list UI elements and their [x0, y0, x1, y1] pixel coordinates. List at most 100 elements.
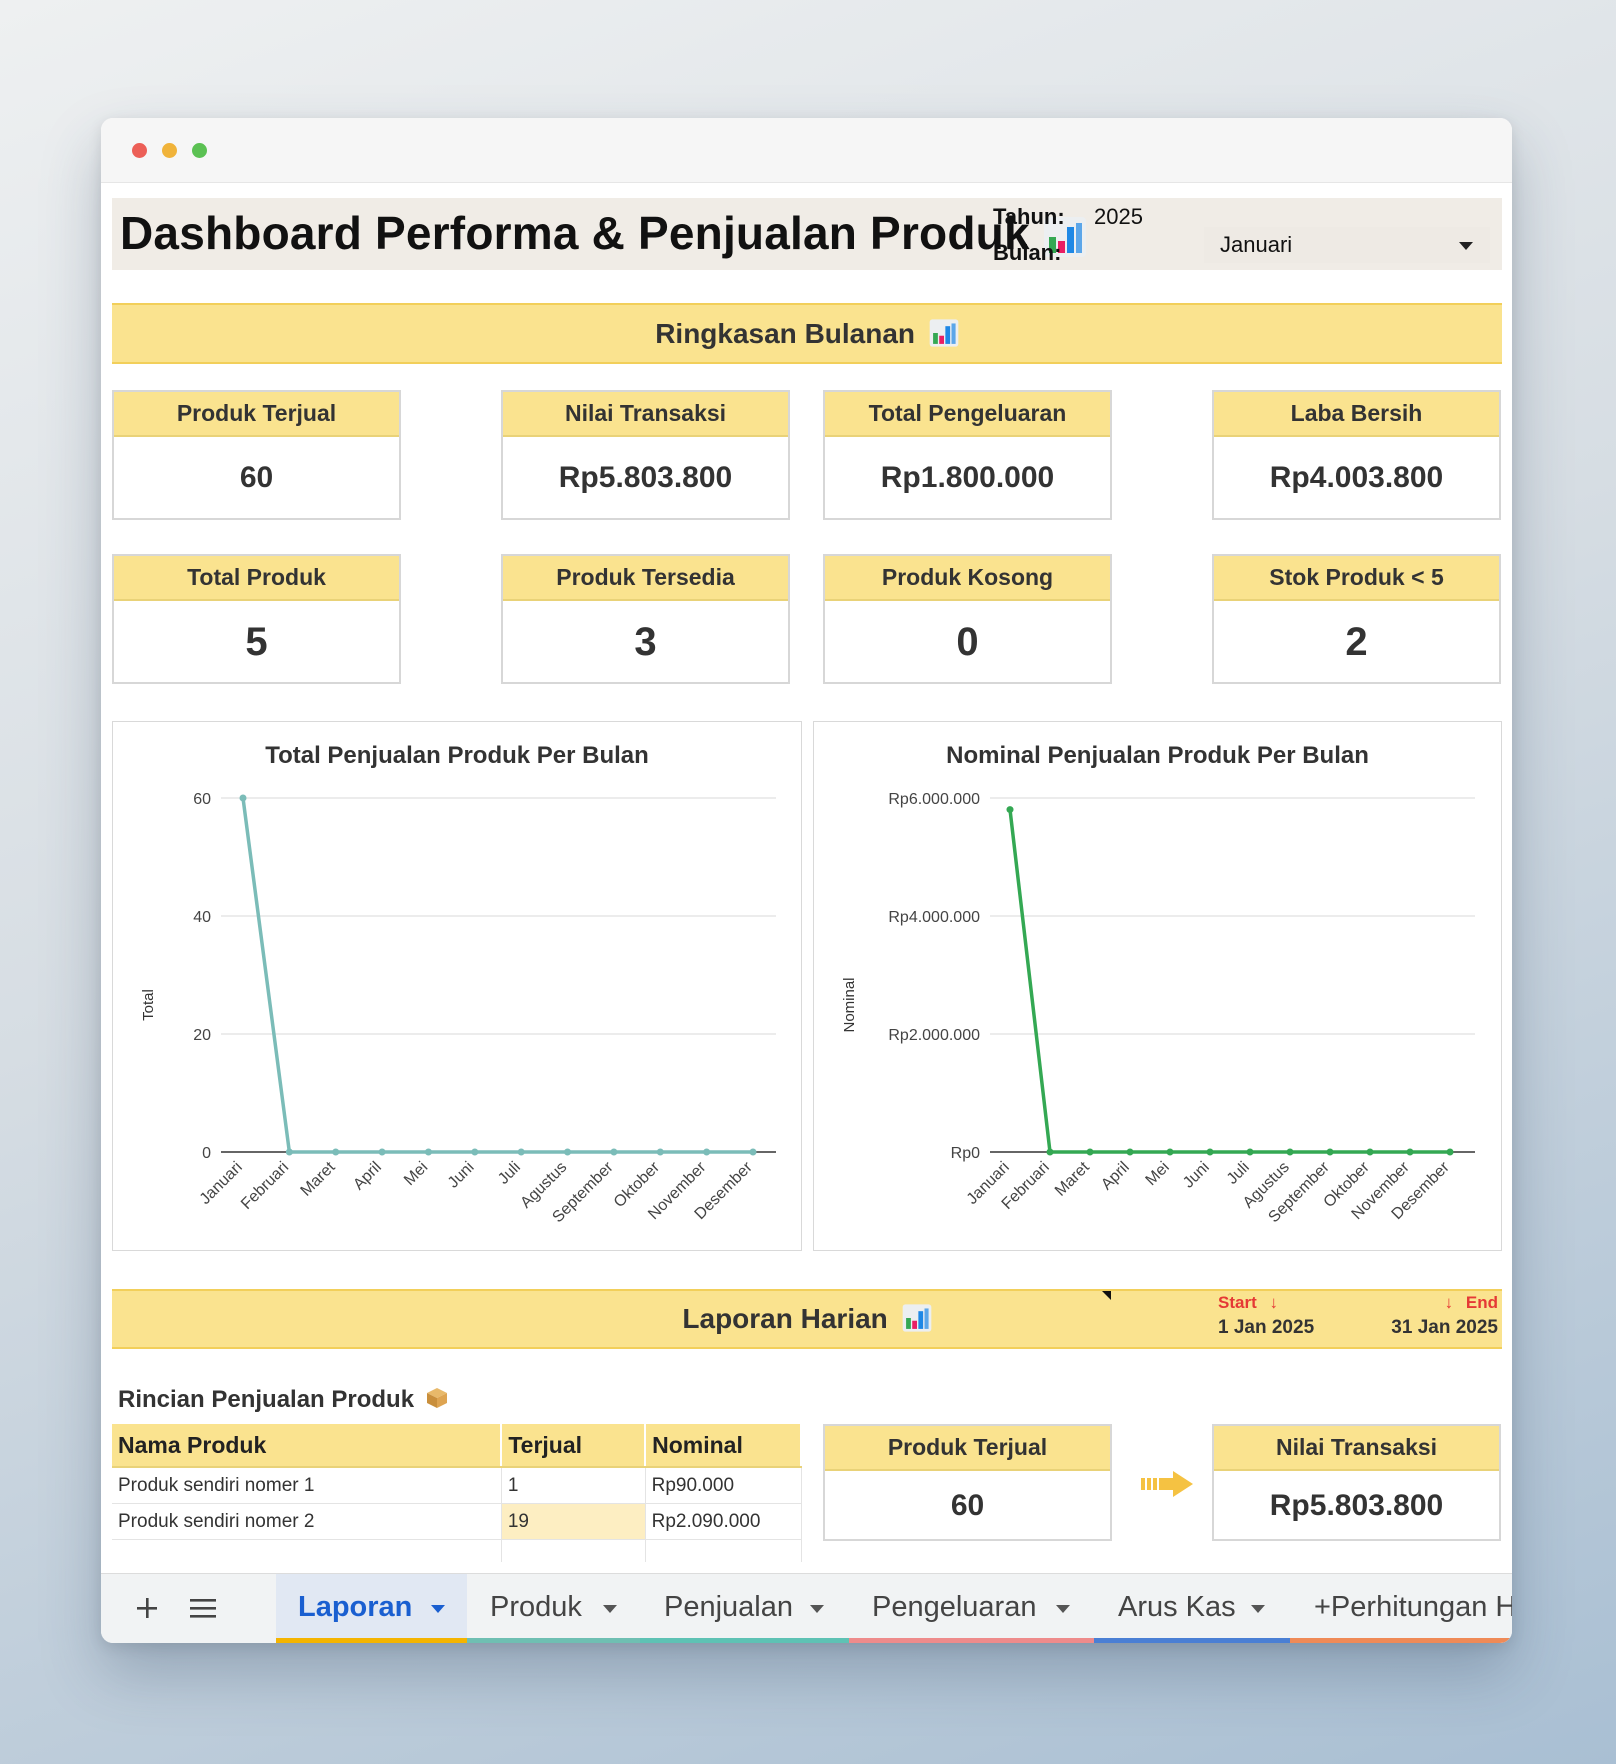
chart-total-penjualan[interactable]: Total Penjualan Produk Per Bulan 0 20 40 60… — [112, 721, 802, 1251]
kpi-title: Produk Terjual — [114, 392, 399, 437]
column-header[interactable]: Nominal — [645, 1424, 802, 1468]
kpi-value: Rp5.803.800 — [558, 461, 733, 494]
data-point — [1206, 1148, 1214, 1156]
data-point — [1046, 1148, 1054, 1156]
kpi-title: Produk Tersedia — [503, 556, 788, 601]
details-table-container: Nama Produk Terjual Nominal Produk sendi… — [112, 1424, 802, 1562]
x-tick-label: Maret — [1052, 1158, 1093, 1199]
y-tick-label: 20 — [193, 1027, 211, 1044]
kpi-title: Produk Kosong — [825, 556, 1110, 601]
table-cell[interactable]: Produk sendiri nomer 1 — [112, 1467, 502, 1504]
monthly-summary-banner: Ringkasan Bulanan — [112, 303, 1502, 364]
arrow-down-icon: ↓ — [1444, 1293, 1454, 1312]
kpi-title: Nilai Transaksi — [1214, 1426, 1499, 1471]
end-label: ↓ End — [1442, 1293, 1498, 1313]
table-cell[interactable]: Rp2.090.000 — [645, 1503, 802, 1540]
table-cell[interactable]: Rp90.000 — [645, 1467, 802, 1504]
kpi-card-produk-kosong: Produk Kosong 0 — [823, 554, 1112, 684]
kpi-title: Total Pengeluaran — [825, 392, 1110, 437]
x-tick-label: Juli — [1224, 1159, 1253, 1188]
tab-color-indicator — [1290, 1638, 1512, 1643]
hamburger-menu-icon[interactable] — [182, 1588, 222, 1628]
y-tick-label: Rp2.000.000 — [888, 1027, 980, 1044]
sheet-tab-bar: Laporan Produk Penjualan Pengeluaran Aru… — [101, 1573, 1512, 1643]
arrow-down-icon: ↓ — [1269, 1293, 1278, 1312]
month-value: Januari — [1220, 232, 1293, 257]
monthly-summary-title: Ringkasan Bulanan — [655, 318, 916, 349]
tab-color-indicator — [640, 1638, 849, 1643]
table-cell[interactable] — [645, 1539, 802, 1562]
tab-label: Penjualan — [664, 1591, 793, 1623]
data-point — [1006, 806, 1014, 814]
table-cell[interactable]: 19 — [501, 1503, 646, 1540]
data-point — [517, 1148, 525, 1156]
data-point — [1286, 1148, 1294, 1156]
kpi-title: Laba Bersih — [1214, 392, 1499, 437]
chart-nominal-penjualan-svg: Rp0 Rp2.000.000 Rp4.000.000 Rp6.000.000 Nomi… — [841, 791, 1475, 1226]
chevron-down-icon[interactable] — [1251, 1605, 1265, 1613]
maximize-window-button[interactable] — [192, 143, 207, 158]
table-cell[interactable]: 1 — [501, 1467, 646, 1504]
kpi-value: 60 — [950, 1489, 985, 1522]
daily-card-nilai-transaksi: Nilai Transaksi Rp5.803.800 — [1212, 1424, 1501, 1541]
tab-label: Pengeluaran — [872, 1591, 1037, 1623]
chevron-down-icon[interactable] — [810, 1605, 824, 1613]
page-title: Dashboard Performa & Penjualan Produk — [120, 206, 1087, 260]
chevron-down-icon[interactable] — [603, 1605, 617, 1613]
kpi-value: 0 — [956, 620, 979, 664]
minimize-window-button[interactable] — [162, 143, 177, 158]
start-label: Start ↓ — [1218, 1293, 1278, 1313]
table-cell[interactable] — [112, 1539, 502, 1562]
data-point — [1126, 1148, 1134, 1156]
tab-laporan[interactable]: Laporan — [276, 1574, 467, 1643]
kpi-title: Produk Terjual — [825, 1426, 1110, 1471]
chevron-down-icon[interactable] — [1056, 1605, 1070, 1613]
x-tick-label: Maret — [298, 1158, 339, 1199]
data-point — [332, 1148, 340, 1156]
data-point — [424, 1148, 432, 1156]
end-date[interactable]: 31 Jan 2025 — [1361, 1317, 1498, 1339]
chevron-down-icon — [1459, 242, 1473, 250]
column-header[interactable]: Nama Produk — [112, 1424, 503, 1468]
bar-chart-icon — [902, 1303, 931, 1332]
start-date[interactable]: 1 Jan 2025 — [1218, 1317, 1314, 1339]
tab-penjualan[interactable]: Penjualan — [640, 1574, 849, 1643]
tab-arus-kas[interactable]: Arus Kas — [1094, 1574, 1290, 1643]
plus-icon[interactable] — [127, 1588, 167, 1628]
tab-color-indicator — [849, 1638, 1094, 1643]
table-cell[interactable] — [501, 1539, 646, 1562]
tab-label: Laporan — [298, 1591, 413, 1623]
x-tick-label: Juni — [1180, 1159, 1213, 1192]
data-point — [1366, 1148, 1374, 1156]
bar-chart-icon — [929, 318, 959, 347]
tab-color-indicator — [1094, 1638, 1290, 1643]
kpi-value: 5 — [245, 620, 268, 664]
x-tick-label: Mei — [1143, 1159, 1173, 1189]
close-window-button[interactable] — [132, 143, 147, 158]
chevron-down-icon[interactable] — [431, 1605, 445, 1613]
tab-pengeluaran[interactable]: Pengeluaran — [849, 1574, 1094, 1643]
x-tick-label: April — [1098, 1159, 1133, 1194]
table-cell[interactable]: Produk sendiri nomer 2 — [112, 1503, 502, 1540]
month-dropdown[interactable]: Januari — [1204, 227, 1490, 263]
kpi-card-nilai-transaksi: Nilai Transaksi Rp5.803.800 — [501, 390, 790, 520]
y-tick-label: 40 — [193, 909, 211, 926]
app-window: Dashboard Performa & Penjualan Produk Ta… — [101, 118, 1512, 1643]
y-tick-label: Rp0 — [951, 1145, 980, 1162]
tab-perhitungan[interactable]: +Perhitungan H — [1290, 1574, 1512, 1643]
data-point — [1326, 1148, 1334, 1156]
kpi-card-stok-produk: Stok Produk < 5 2 — [1212, 554, 1501, 684]
kpi-value: Rp5.803.800 — [1269, 1489, 1444, 1522]
kpi-card-produk-terjual: Produk Terjual 60 — [112, 390, 401, 520]
kpi-value: 3 — [634, 620, 657, 664]
tab-produk[interactable]: Produk — [467, 1574, 640, 1643]
window-titlebar — [101, 118, 1512, 183]
data-point — [1246, 1148, 1254, 1156]
comment-marker-icon[interactable] — [1102, 1291, 1111, 1300]
year-value[interactable]: 2025 — [1094, 204, 1143, 230]
column-header[interactable]: Terjual — [501, 1424, 647, 1468]
chart-nominal-penjualan[interactable]: Nominal Penjualan Produk Per Bulan Rp0 Rp… — [813, 721, 1502, 1251]
details-table: Nama Produk Terjual Nominal Produk sendi… — [112, 1424, 802, 1562]
spreadsheet-content: Dashboard Performa & Penjualan Produk Ta… — [101, 183, 1512, 1573]
x-tick-label: Februari — [238, 1159, 292, 1213]
